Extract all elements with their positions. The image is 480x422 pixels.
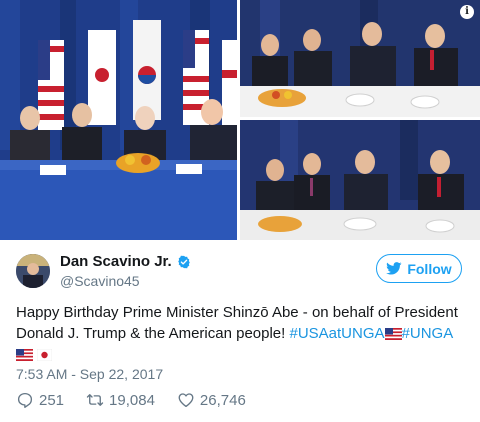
retweet-count: 19,084 [109,391,155,409]
reply-count: 251 [39,391,65,409]
reply-icon [17,392,33,408]
author-name-row: Dan Scavino Jr. [60,253,191,270]
reply-button[interactable]: 251 [16,391,64,409]
japan-flag-icon [37,349,53,361]
tweet-actions: 251 19,084 26,746 [16,391,268,409]
retweet-icon [86,394,104,406]
twitter-bird-icon [386,262,402,275]
us-flag-icon [384,328,402,340]
avatar[interactable] [16,254,50,288]
photo-abe-talking[interactable]: i [240,0,480,117]
hashtag-usaatunga[interactable]: #USAatUNGA [289,325,384,342]
retweet-button[interactable]: 19,084 [86,391,155,409]
like-button[interactable]: 26,746 [177,391,246,409]
tweet-timestamp[interactable]: 7:53 AM - Sep 22, 2017 [16,366,163,382]
author-handle[interactable]: @Scavino45 [60,273,140,289]
like-count: 26,746 [199,391,246,409]
photo-dinner-table-flags[interactable] [0,0,237,240]
follow-button[interactable]: Follow [376,254,462,283]
tweet-header: Dan Scavino Jr. @Scavino45 Follow [16,250,464,294]
info-icon[interactable]: i [460,5,474,19]
follow-button-label: Follow [407,260,452,277]
tweet-text: Happy Birthday Prime Minister Shinzō Abe… [16,302,468,365]
tweet-media-grid[interactable]: i [0,0,480,240]
display-name[interactable]: Dan Scavino Jr. [60,253,172,270]
heart-icon [178,393,194,408]
verified-badge-icon [177,255,190,268]
hashtag-unga[interactable]: #UNGA [402,325,454,342]
photo-abe-listening[interactable] [240,120,480,240]
us-flag-icon [16,349,33,361]
